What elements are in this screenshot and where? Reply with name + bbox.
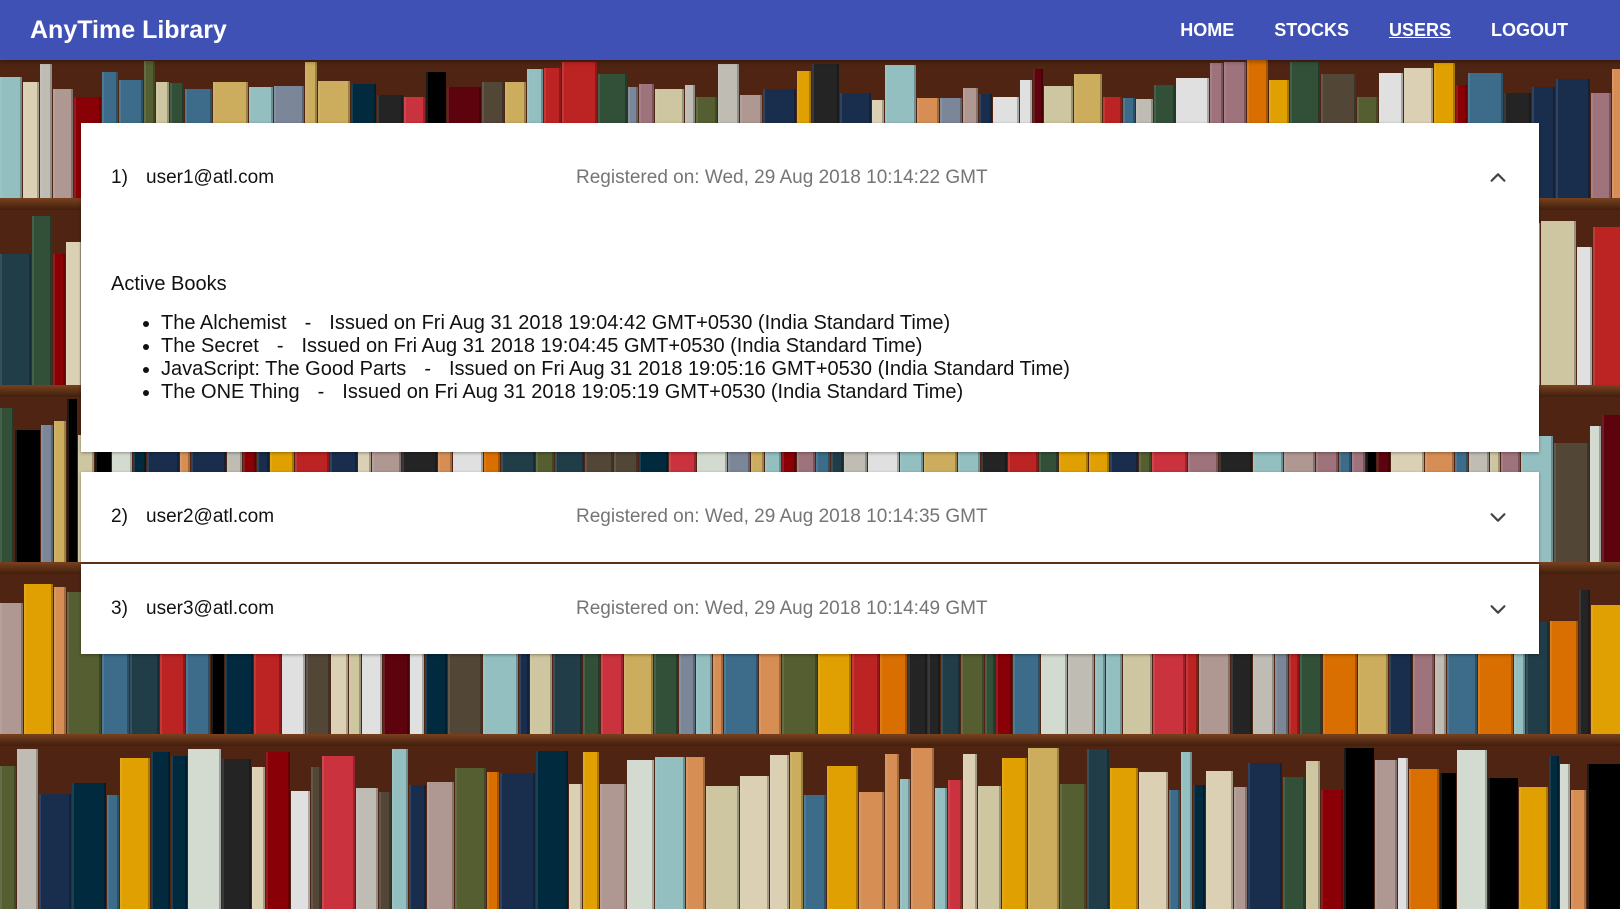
user-index: 3) [111,598,128,619]
book-item: JavaScript: The Good Parts-Issued on Fri… [161,358,1509,381]
registered-date: Registered on: Wed, 29 Aug 2018 10:14:22… [576,167,988,188]
book-item: The Alchemist-Issued on Fri Aug 31 2018 … [161,312,1509,335]
user-panel-2: 2) user2@atl.com Registered on: Wed, 29 … [81,472,1539,562]
user-panel-header-2[interactable]: 2) user2@atl.com Registered on: Wed, 29 … [81,472,1539,562]
book-issued-date: Issued on Fri Aug 31 2018 19:04:45 GMT+0… [301,335,923,357]
book-title: The ONE Thing [161,381,300,403]
book-item: The Secret-Issued on Fri Aug 31 2018 19:… [161,335,1509,358]
registered-date: Registered on: Wed, 29 Aug 2018 10:14:49… [576,598,988,619]
book-title: JavaScript: The Good Parts [161,358,407,380]
separator: - [276,335,284,357]
user-index: 1) [111,167,128,188]
user-panel-1: 1) user1@atl.com Registered on: Wed, 29 … [81,123,1539,452]
user-list: 1) user1@atl.com Registered on: Wed, 29 … [81,123,1539,654]
nav-logout-link[interactable]: LOGOUT [1491,20,1568,41]
nav-users-link[interactable]: USERS [1389,20,1451,41]
active-books-list: The Alchemist-Issued on Fri Aug 31 2018 … [111,312,1509,404]
app-bar: AnyTime Library HOME STOCKS USERS LOGOUT [0,0,1620,60]
registered-date: Registered on: Wed, 29 Aug 2018 10:14:35… [576,506,988,527]
nav-home-link[interactable]: HOME [1180,20,1234,41]
top-nav: HOME STOCKS USERS LOGOUT [1140,0,1568,60]
app-title: AnyTime Library [30,16,227,44]
book-issued-date: Issued on Fri Aug 31 2018 19:05:16 GMT+0… [448,358,1070,380]
user-email: user1@atl.com [146,167,275,188]
chevron-down-icon[interactable] [1487,598,1509,620]
user-panel-3: 3) user3@atl.com Registered on: Wed, 29 … [81,564,1539,654]
chevron-down-icon[interactable] [1487,506,1509,528]
book-title: The Secret [161,335,259,357]
book-item: The ONE Thing-Issued on Fri Aug 31 2018 … [161,381,1509,404]
separator: - [304,312,312,334]
user-panel-body-1: Active Books The Alchemist-Issued on Fri… [81,233,1539,452]
user-panel-header-3[interactable]: 3) user3@atl.com Registered on: Wed, 29 … [81,564,1539,654]
book-title: The Alchemist [161,312,287,334]
user-email: user2@atl.com [146,506,275,527]
user-index: 2) [111,506,128,527]
user-panel-header-1[interactable]: 1) user1@atl.com Registered on: Wed, 29 … [81,123,1539,233]
separator: - [424,358,431,380]
active-books-heading: Active Books [111,273,227,295]
chevron-up-icon[interactable] [1487,167,1509,189]
separator: - [317,381,325,403]
nav-stocks-link[interactable]: STOCKS [1274,20,1349,41]
book-issued-date: Issued on Fri Aug 31 2018 19:05:19 GMT+0… [342,381,964,403]
user-email: user3@atl.com [146,598,275,619]
book-issued-date: Issued on Fri Aug 31 2018 19:04:42 GMT+0… [329,312,951,334]
